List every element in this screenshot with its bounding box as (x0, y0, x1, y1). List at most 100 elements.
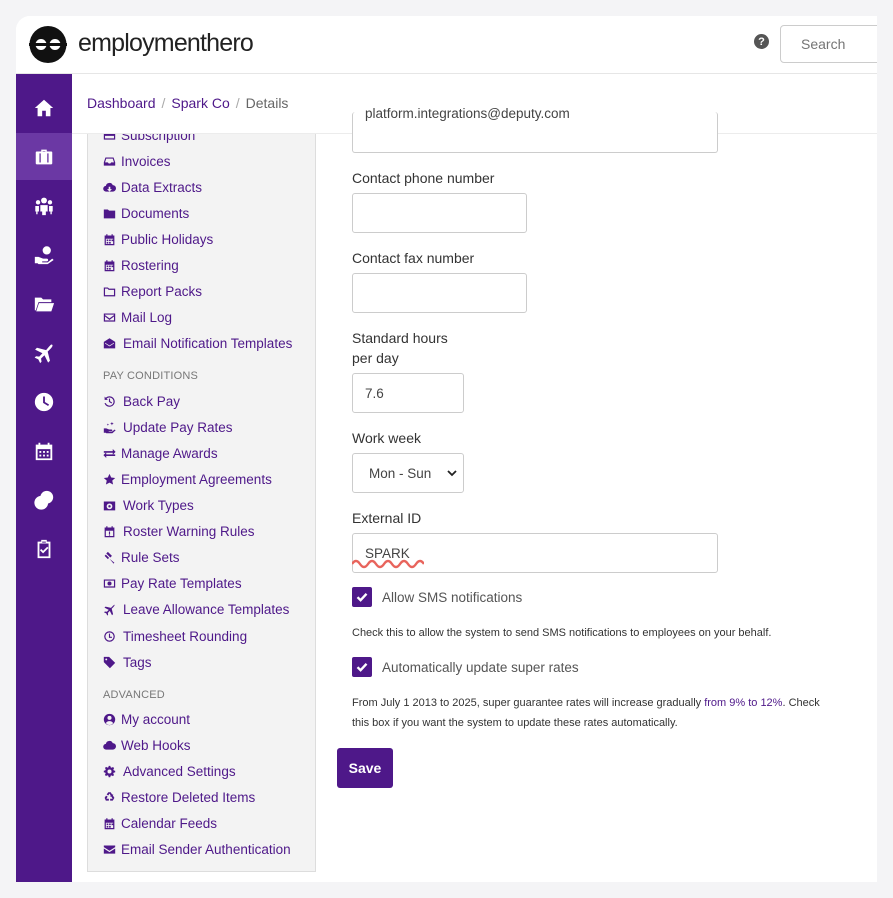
external-id-label: External ID (352, 510, 422, 526)
nav-report-packs[interactable]: Report Packs (103, 284, 202, 299)
nav-timesheet-rounding[interactable]: Timesheet Rounding (103, 629, 247, 644)
rail-leave[interactable] (16, 329, 72, 376)
nav-email-sender-authentication[interactable]: Email Sender Authentication (103, 842, 291, 857)
nav-invoices[interactable]: Invoices (103, 154, 171, 169)
nav-data-extracts[interactable]: Data Extracts (103, 180, 202, 195)
calendar-icon (104, 234, 115, 246)
rail-roster[interactable] (16, 427, 72, 474)
nav-manage-awards[interactable]: Manage Awards (103, 446, 218, 461)
breadcrumb-dashboard[interactable]: Dashboard (87, 95, 156, 111)
plane-icon (34, 343, 53, 363)
nav-subscription[interactable]: Subscription (103, 134, 195, 143)
fax-label: Contact fax number (352, 250, 475, 266)
nav-public-holidays[interactable]: Public Holidays (103, 232, 213, 247)
rail-expenses[interactable]: $ (16, 476, 72, 523)
card-icon (103, 134, 116, 140)
standard-hours-field[interactable]: 7.6 (352, 373, 464, 413)
history-icon (104, 396, 115, 407)
user-circle-icon (103, 713, 116, 726)
employment-hero-logo[interactable] (29, 26, 67, 63)
fax-field[interactable] (352, 273, 527, 313)
exchange-icon (103, 449, 116, 458)
cloud-icon (103, 740, 116, 750)
rail-time[interactable] (16, 378, 72, 425)
super-rates-link[interactable]: from 9% to 12% (704, 697, 782, 709)
camera-icon (103, 501, 116, 511)
svg-text:$: $ (39, 498, 44, 508)
nav-restore-deleted-items[interactable]: Restore Deleted Items (103, 790, 255, 805)
gavel-icon (104, 551, 115, 564)
envelope-open-icon (103, 338, 116, 349)
hand-money-icon (34, 245, 54, 264)
rail-people[interactable] (16, 182, 72, 229)
settings-sidebar[interactable]: Subscription Invoices Data Extracts Docu… (87, 134, 316, 872)
nav-back-pay[interactable]: Back Pay (103, 394, 180, 409)
nav-rule-sets[interactable]: Rule Sets (103, 550, 180, 565)
nav-work-types[interactable]: Work Types (103, 498, 194, 513)
rail-documents[interactable] (16, 280, 72, 327)
save-button[interactable]: Save (337, 748, 393, 788)
calendar-icon (35, 442, 53, 460)
allow-sms-checkbox[interactable] (352, 587, 372, 607)
home-icon (34, 99, 54, 116)
cloud-download-icon (103, 182, 116, 192)
nav-roster-warning-rules[interactable]: Roster Warning Rules (103, 524, 255, 539)
nav-pay-rate-templates[interactable]: Pay Rate Templates (103, 576, 242, 591)
search-input[interactable] (780, 25, 877, 63)
allow-sms-label: Allow SMS notifications (382, 590, 523, 605)
work-week-select[interactable]: Mon - Sun (352, 453, 464, 493)
nav-calendar-feeds[interactable]: Calendar Feeds (103, 816, 217, 831)
inbox-icon (103, 157, 116, 166)
star-icon (103, 473, 116, 485)
rail-payroll[interactable] (16, 231, 72, 278)
folder-icon (103, 209, 116, 219)
rail-business[interactable] (16, 133, 72, 180)
super-help-text: From July 1 2013 to 2025, super guarante… (352, 697, 820, 729)
folder-icon (34, 297, 55, 311)
brand-name: employmenthero (78, 29, 254, 57)
work-week-label: Work week (352, 430, 421, 446)
people-icon (35, 197, 53, 215)
nav-web-hooks[interactable]: Web Hooks (103, 738, 191, 753)
folder-outline-icon (103, 287, 116, 297)
nav-leave-allowance-templates[interactable]: Leave Allowance Templates (103, 602, 289, 617)
calendar-icon (104, 260, 115, 272)
check-icon (356, 662, 368, 672)
chevron-down-icon (447, 470, 457, 477)
calendar-icon (104, 818, 115, 830)
phone-field[interactable] (352, 193, 527, 233)
help-icon[interactable]: ? (754, 34, 769, 49)
app-window: employmenthero ? $ (16, 16, 877, 882)
clipboard-check-icon (37, 539, 51, 558)
hours-label-line2: per day (352, 350, 399, 366)
breadcrumb: Dashboard / Spark Co / Details (87, 95, 289, 111)
nav-documents[interactable]: Documents (103, 206, 189, 221)
plane-icon (104, 604, 115, 616)
rail-home[interactable] (16, 84, 72, 131)
auto-super-checkbox[interactable] (352, 657, 372, 677)
nav-mail-log[interactable]: Mail Log (103, 310, 172, 325)
contact-email-field[interactable]: platform.integrations@deputy.com (352, 106, 718, 153)
nav-employment-agreements[interactable]: Employment Agreements (103, 472, 272, 487)
rail-tasks[interactable] (16, 525, 72, 572)
check-icon (356, 592, 368, 602)
hand-sparkle-icon (103, 421, 116, 434)
nav-tags[interactable]: Tags (103, 655, 152, 670)
coins-icon: $ (34, 490, 54, 510)
breadcrumb-spark-co[interactable]: Spark Co (171, 95, 229, 111)
main-rail: $ (16, 74, 72, 882)
nav-update-pay-rates[interactable]: Update Pay Rates (103, 420, 233, 435)
recycle-icon (104, 792, 115, 801)
phone-label: Contact phone number (352, 170, 495, 186)
breadcrumb-current: Details (245, 95, 289, 111)
nav-advanced-settings[interactable]: Advanced Settings (103, 764, 236, 779)
envelope-outline-icon (103, 313, 116, 322)
money-icon (103, 579, 116, 588)
top-header: employmenthero ? (16, 16, 877, 74)
nav-rostering[interactable]: Rostering (103, 258, 179, 273)
calendar-warning-icon (104, 526, 115, 538)
advanced-heading: ADVANCED (103, 689, 165, 701)
nav-email-notification-templates[interactable]: Email Notification Templates (103, 336, 292, 351)
auto-super-label: Automatically update super rates (382, 660, 579, 675)
nav-my-account[interactable]: My account (103, 712, 190, 727)
